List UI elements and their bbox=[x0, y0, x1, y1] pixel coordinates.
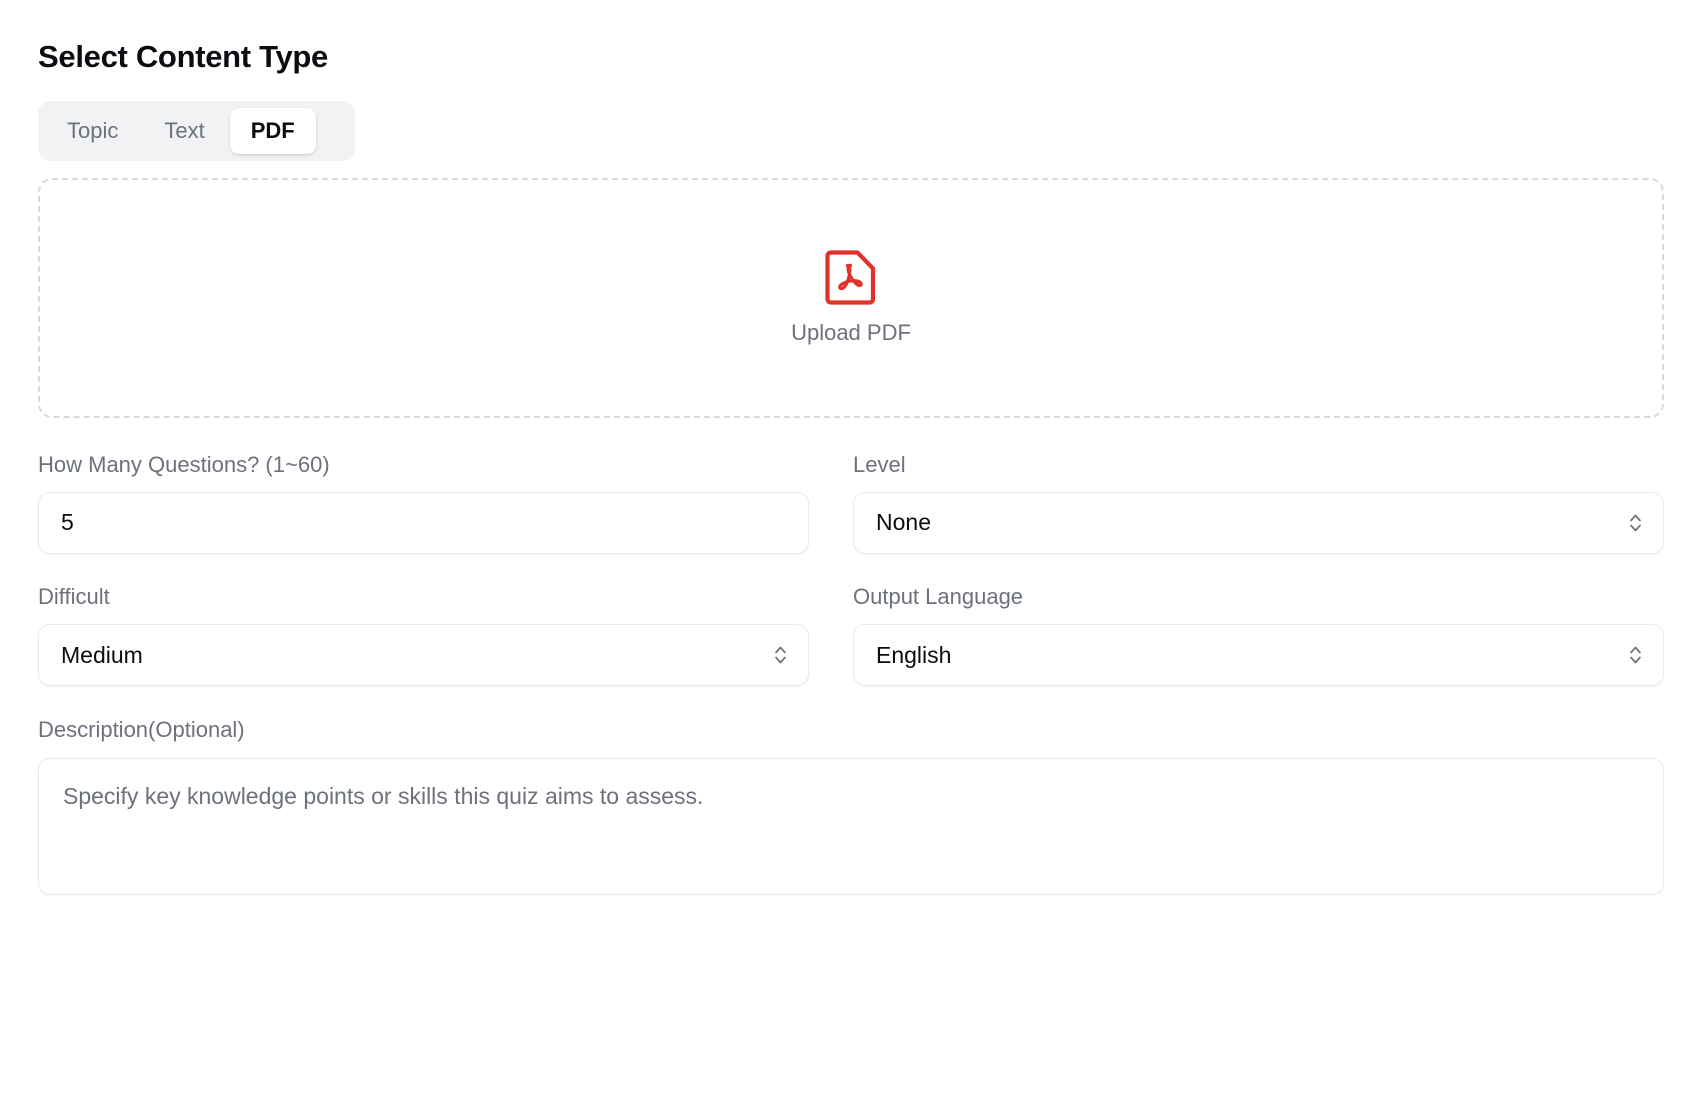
level-selected-value[interactable]: None bbox=[854, 509, 1663, 537]
content-type-tabs: Topic Text PDF bbox=[38, 101, 355, 161]
form-row-spacer bbox=[38, 554, 1664, 584]
page-title: Select Content Type bbox=[38, 39, 328, 74]
question-count-input[interactable] bbox=[39, 509, 808, 537]
level-select[interactable]: None bbox=[853, 492, 1664, 555]
field-description: Description(Optional) bbox=[38, 717, 1664, 899]
pdf-file-icon bbox=[825, 250, 876, 306]
content-type-panel: Select Content Type Topic Text PDF Uploa… bbox=[0, 0, 1702, 1112]
pdf-upload-dropzone[interactable]: Upload PDF bbox=[38, 177, 1664, 418]
field-output-language: Output Language English bbox=[853, 584, 1664, 687]
question-count-label: How Many Questions? (1~60) bbox=[38, 451, 330, 477]
difficulty-selected-value[interactable]: Medium bbox=[39, 642, 808, 670]
description-textarea[interactable] bbox=[38, 757, 1664, 895]
description-label: Description(Optional) bbox=[38, 717, 245, 743]
difficulty-label: Difficult bbox=[38, 584, 110, 610]
question-count-control[interactable] bbox=[38, 492, 809, 555]
upload-pdf-label: Upload PDF bbox=[791, 320, 911, 346]
field-level: Level None bbox=[853, 451, 1664, 555]
output-language-select[interactable]: English bbox=[853, 624, 1664, 687]
output-language-selected-value[interactable]: English bbox=[854, 642, 1663, 670]
level-label: Level bbox=[853, 451, 906, 477]
field-difficulty: Difficult Medium bbox=[38, 584, 809, 687]
output-language-label: Output Language bbox=[853, 584, 1024, 610]
quiz-options-form: How Many Questions? (1~60) Level None Di… bbox=[38, 452, 1664, 687]
tab-pdf[interactable]: PDF bbox=[229, 108, 316, 154]
tab-text[interactable]: Text bbox=[143, 108, 225, 154]
field-question-count: How Many Questions? (1~60) bbox=[38, 451, 809, 555]
difficulty-select[interactable]: Medium bbox=[38, 624, 809, 687]
tab-topic[interactable]: Topic bbox=[46, 108, 139, 154]
